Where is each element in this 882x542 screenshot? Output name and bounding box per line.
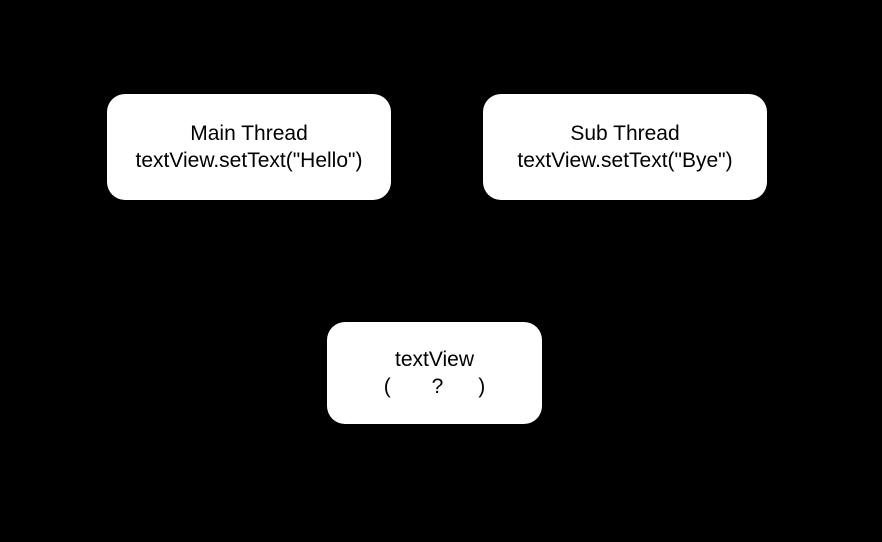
textview-box: textView ( ? ): [327, 322, 542, 424]
sub-thread-title: Sub Thread: [570, 120, 679, 147]
main-thread-title: Main Thread: [190, 120, 308, 147]
sub-thread-box: Sub Thread textView.setText("Bye"): [483, 94, 767, 200]
textview-value: ( ? ): [384, 373, 486, 400]
textview-title: textView: [395, 346, 474, 373]
main-thread-code: textView.setText("Hello"): [136, 147, 363, 174]
main-thread-box: Main Thread textView.setText("Hello"): [107, 94, 391, 200]
sub-thread-code: textView.setText("Bye"): [517, 147, 732, 174]
